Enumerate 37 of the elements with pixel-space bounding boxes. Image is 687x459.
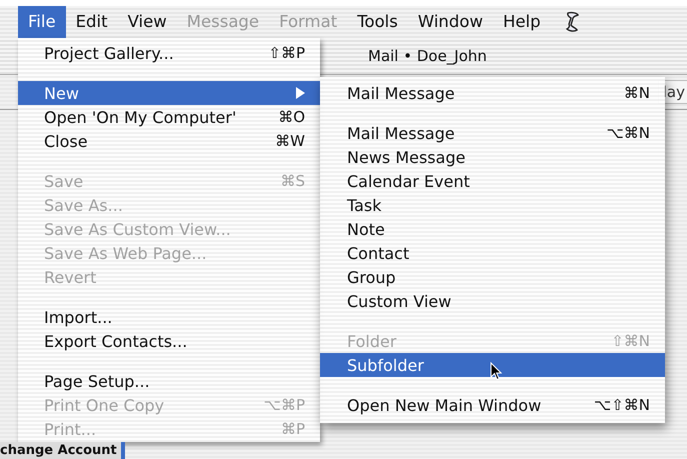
menu-item[interactable]: Open 'On My Computer' ⌘O <box>18 105 320 129</box>
shortcut: ⌥⌘P <box>264 396 305 414</box>
menu-title[interactable]: Edit <box>66 6 118 38</box>
shortcut: ⌘W <box>275 132 305 150</box>
shortcut: ⌘P <box>280 420 305 438</box>
window-title: Mail • Doe_John <box>368 47 487 65</box>
menu-title[interactable]: View <box>118 6 177 38</box>
menu-item[interactable]: Contact <box>320 241 665 265</box>
shortcut: ⌘N <box>624 84 650 102</box>
menu-item[interactable]: Task <box>320 193 665 217</box>
menu-item[interactable]: Calendar Event <box>320 169 665 193</box>
shortcut: ⇧⌘N <box>611 332 650 350</box>
shortcut: ⇧⌘P <box>268 44 305 62</box>
menu-item[interactable]: Project Gallery... ⇧⌘P <box>18 41 320 65</box>
menu-item[interactable]: Group <box>320 265 665 289</box>
menu-title[interactable]: Window <box>408 6 493 38</box>
menu-item[interactable]: Custom View <box>320 289 665 313</box>
shortcut: ⌘S <box>280 172 305 190</box>
sidebar-item[interactable]: change Account <box>0 442 125 459</box>
submenu-arrow-icon <box>295 87 305 99</box>
shortcut: ⌘O <box>278 108 305 126</box>
menu-title[interactable]: Tools <box>347 6 408 38</box>
menu-item[interactable]: Close ⌘W <box>18 129 320 153</box>
menu-item[interactable]: Subfolder <box>320 353 665 377</box>
menu-title[interactable]: File <box>18 6 66 38</box>
menu-item[interactable]: Page Setup... <box>18 369 320 393</box>
menu-item[interactable]: Import... <box>18 305 320 329</box>
menu-item[interactable]: Note <box>320 217 665 241</box>
pointer-icon <box>490 362 502 381</box>
shortcut: ⌥⇧⌘N <box>594 396 650 414</box>
menu-item[interactable]: Mail Message ⌥⌘N <box>320 121 665 145</box>
menu-title[interactable]: Help <box>492 6 551 38</box>
shortcut: ⌥⌘N <box>606 124 650 142</box>
menu-item[interactable]: Export Contacts... <box>18 329 320 353</box>
menu-item[interactable]: Open New Main Window ⌥⇧⌘N <box>320 393 665 417</box>
menu-item[interactable]: New <box>18 81 320 105</box>
menu-item[interactable]: News Message <box>320 145 665 169</box>
